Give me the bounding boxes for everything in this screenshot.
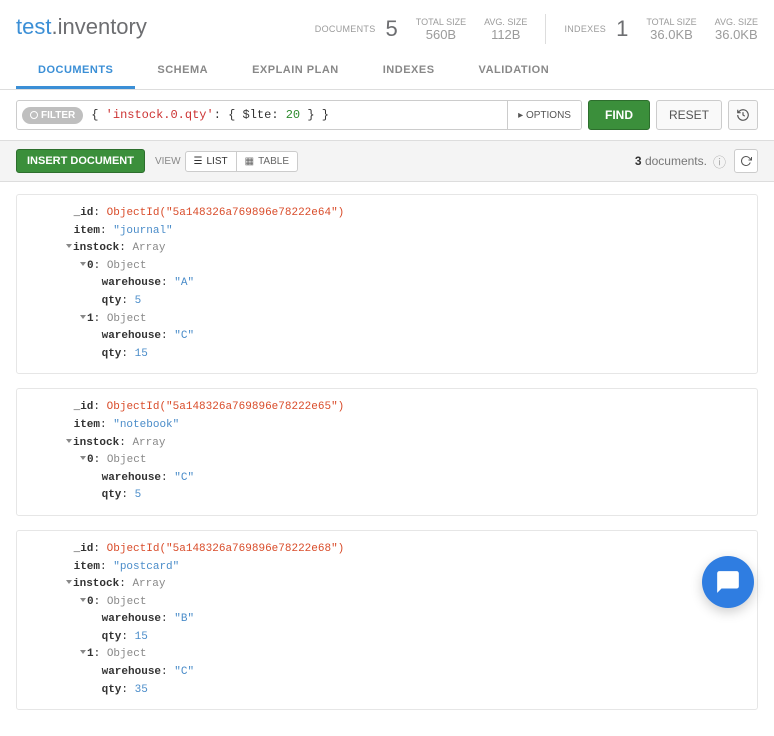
tab-explain-plan[interactable]: EXPLAIN PLAN <box>230 52 361 89</box>
field-warehouse: warehouse: "C" <box>67 664 743 682</box>
field-instock[interactable]: instock: Array <box>67 240 743 258</box>
view-toolbar: INSERT DOCUMENT VIEW ☰ LIST ▦ TABLE 3 do… <box>0 140 774 182</box>
insert-document-button[interactable]: INSERT DOCUMENT <box>16 149 145 173</box>
documents-list: _id: ObjectId("5a148326a769896e78222e64"… <box>0 182 774 736</box>
chevron-down-icon <box>80 315 86 319</box>
database-name: test <box>16 14 51 39</box>
document-card[interactable]: _id: ObjectId("5a148326a769896e78222e65"… <box>16 388 758 516</box>
reset-button[interactable]: RESET <box>656 100 722 130</box>
chat-icon <box>715 569 741 595</box>
doc-avg-size: 112B <box>484 27 527 42</box>
idx-total-size: 36.0KB <box>646 27 696 42</box>
field-id: _id: ObjectId("5a148326a769896e78222e65"… <box>67 399 743 417</box>
indexes-label: INDEXES <box>564 24 606 35</box>
result-count: 3 documents. <box>635 154 707 168</box>
view-toggle: ☰ LIST ▦ TABLE <box>185 151 298 172</box>
tab-schema[interactable]: SCHEMA <box>135 52 230 89</box>
refresh-button[interactable] <box>734 149 758 173</box>
history-icon <box>736 108 750 122</box>
array-entry[interactable]: 0: Object <box>67 594 743 612</box>
field-instock[interactable]: instock: Array <box>67 576 743 594</box>
field-warehouse: warehouse: "C" <box>67 470 743 488</box>
namespace-title: test.inventory <box>16 14 147 40</box>
field-id: _id: ObjectId("5a148326a769896e78222e64"… <box>67 205 743 223</box>
documents-count: 5 <box>386 16 398 42</box>
find-button[interactable]: FIND <box>588 100 650 130</box>
field-warehouse: warehouse: "C" <box>67 328 743 346</box>
chevron-down-icon <box>66 580 72 584</box>
field-id: _id: ObjectId("5a148326a769896e78222e68"… <box>67 541 743 559</box>
filter-pill: FILTER <box>22 107 83 124</box>
chevron-down-icon <box>80 262 86 266</box>
tab-bar: DOCUMENTS SCHEMA EXPLAIN PLAN INDEXES VA… <box>0 52 774 90</box>
doc-total-size: 560B <box>416 27 466 42</box>
idx-avg-size-label: AVG. SIZE <box>715 17 758 27</box>
document-card[interactable]: _id: ObjectId("5a148326a769896e78222e68"… <box>16 530 758 710</box>
field-qty: qty: 5 <box>67 487 743 505</box>
list-icon: ☰ <box>194 156 203 167</box>
table-icon: ▦ <box>245 156 254 167</box>
field-item: item: "journal" <box>67 223 743 241</box>
idx-avg-size: 36.0KB <box>715 27 758 42</box>
tab-documents[interactable]: DOCUMENTS <box>16 52 135 89</box>
chevron-down-icon <box>80 456 86 460</box>
field-instock[interactable]: instock: Array <box>67 435 743 453</box>
view-table-button[interactable]: ▦ TABLE <box>237 151 298 172</box>
chevron-down-icon <box>66 439 72 443</box>
field-warehouse: warehouse: "A" <box>67 275 743 293</box>
field-qty: qty: 15 <box>67 629 743 647</box>
documents-label: DOCUMENTS <box>315 24 376 35</box>
filter-input[interactable]: FILTER { 'instock.0.qty': { $lte: 20 } }… <box>16 100 582 130</box>
array-entry[interactable]: 0: Object <box>67 452 743 470</box>
filter-query[interactable]: { 'instock.0.qty': { $lte: 20 } } <box>83 108 507 122</box>
idx-total-size-label: TOTAL SIZE <box>646 17 696 27</box>
options-button[interactable]: ▸ OPTIONS <box>507 101 581 129</box>
refresh-icon <box>740 155 752 167</box>
document-card[interactable]: _id: ObjectId("5a148326a769896e78222e64"… <box>16 194 758 374</box>
doc-avg-size-label: AVG. SIZE <box>484 17 527 27</box>
array-entry[interactable]: 1: Object <box>67 311 743 329</box>
indexes-count: 1 <box>616 16 628 42</box>
field-item: item: "postcard" <box>67 559 743 577</box>
doc-total-size-label: TOTAL SIZE <box>416 17 466 27</box>
filter-bar: FILTER { 'instock.0.qty': { $lte: 20 } }… <box>0 90 774 140</box>
chat-widget[interactable] <box>702 556 754 608</box>
tab-validation[interactable]: VALIDATION <box>457 52 572 89</box>
view-list-button[interactable]: ☰ LIST <box>185 151 237 172</box>
field-item: item: "notebook" <box>67 417 743 435</box>
chevron-down-icon <box>80 650 86 654</box>
field-qty: qty: 35 <box>67 682 743 700</box>
view-label: VIEW <box>155 156 181 167</box>
array-entry[interactable]: 0: Object <box>67 258 743 276</box>
stats-bar: DOCUMENTS 5 TOTAL SIZE 560B AVG. SIZE 11… <box>315 14 758 44</box>
array-entry[interactable]: 1: Object <box>67 646 743 664</box>
chevron-down-icon <box>80 598 86 602</box>
tab-indexes[interactable]: INDEXES <box>361 52 457 89</box>
field-warehouse: warehouse: "B" <box>67 611 743 629</box>
collection-name: inventory <box>58 14 147 39</box>
history-button[interactable] <box>728 100 758 130</box>
collection-header: test.inventory DOCUMENTS 5 TOTAL SIZE 56… <box>0 0 774 52</box>
divider <box>545 14 546 44</box>
field-qty: qty: 5 <box>67 293 743 311</box>
chevron-down-icon <box>66 244 72 248</box>
info-icon[interactable]: ⓘ <box>713 152 726 171</box>
field-qty: qty: 15 <box>67 346 743 364</box>
